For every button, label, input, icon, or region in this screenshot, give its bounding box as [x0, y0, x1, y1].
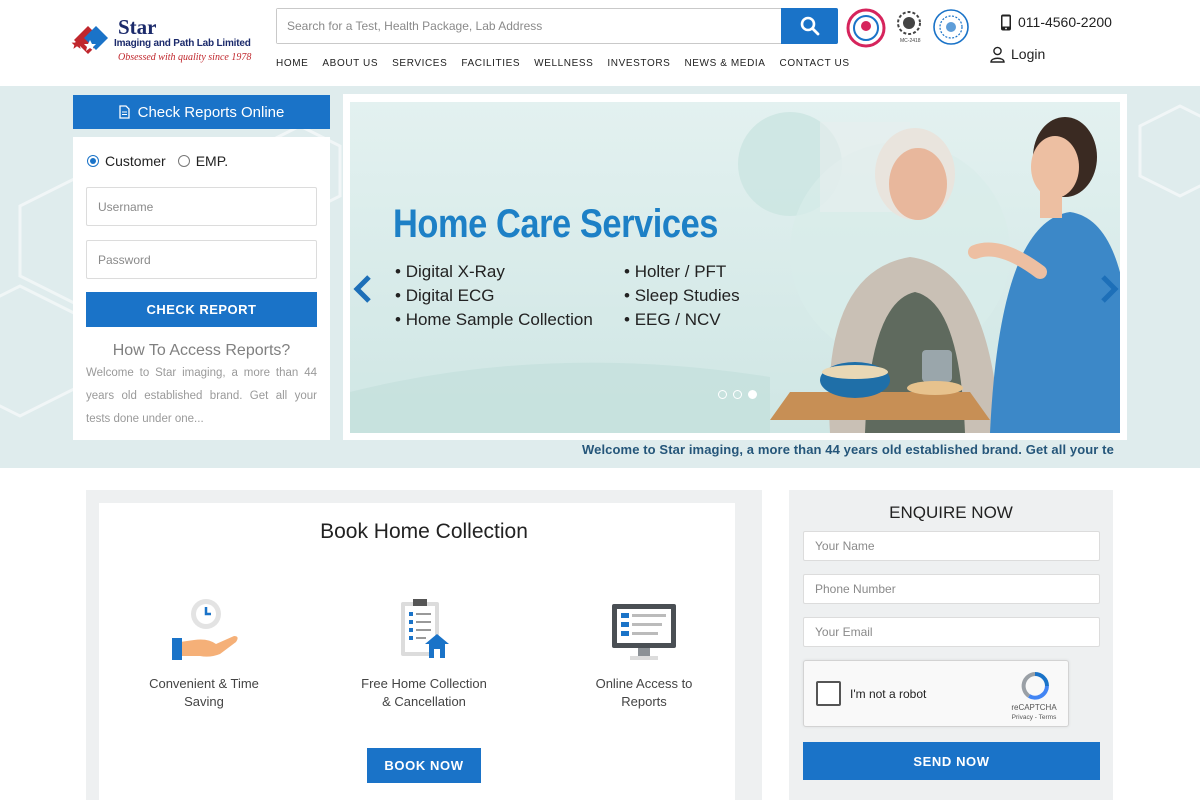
slider-prev-arrow-icon[interactable] — [352, 274, 374, 304]
brand-tagline: Obsessed with quality since 1978 — [118, 52, 252, 63]
search-icon — [800, 16, 819, 36]
book-home-collection-card: Book Home Collection Convenient & Time S… — [99, 503, 735, 800]
slider-dot[interactable] — [733, 390, 742, 399]
nav-item-investors[interactable]: INVESTORS — [607, 58, 670, 72]
nabl-badge-icon — [897, 11, 921, 35]
clock-hand-icon — [172, 599, 238, 660]
login-link[interactable]: Login — [990, 45, 1045, 63]
slide-home-care: Home Care Services Digital X-Ray Digital… — [350, 102, 1120, 433]
nav-item-facilities[interactable]: FACILITIES — [461, 58, 520, 72]
clipboard-home-icon — [401, 599, 449, 658]
nav-item-home[interactable]: HOME — [276, 58, 308, 72]
document-icon — [118, 105, 130, 119]
mobile-phone-icon — [1001, 14, 1011, 30]
recaptcha-brand: reCAPTCHA — [1011, 703, 1057, 712]
recaptcha-label: I'm not a robot — [850, 687, 927, 701]
send-now-button[interactable]: SEND NOW — [803, 742, 1100, 780]
feature-label: & Cancellation — [382, 694, 466, 709]
feature-label: Free Home Collection — [361, 676, 487, 691]
check-report-button[interactable]: CHECK REPORT — [86, 292, 317, 327]
radio-emp[interactable] — [177, 155, 190, 167]
slider-next-arrow-icon[interactable] — [1098, 274, 1120, 304]
book-home-collection-section: Book Home Collection Convenient & Time S… — [86, 490, 762, 800]
brand-logo[interactable]: Star Imaging and Path Lab Limited Obsess… — [70, 14, 270, 66]
badge-caption: MC-2418 — [900, 38, 921, 44]
site-header: Star Imaging and Path Lab Limited Obsess… — [0, 0, 1200, 86]
enquiry-name-input[interactable] — [803, 531, 1100, 561]
search-bar — [276, 8, 838, 44]
nav-item-contact[interactable]: CONTACT US — [780, 58, 850, 72]
feature-label: Saving — [184, 694, 224, 709]
radio-customer[interactable] — [87, 155, 99, 167]
welcome-marquee: Welcome to Star imaging, a more than 44 … — [582, 442, 1114, 457]
check-reports-header: Check Reports Online — [73, 95, 330, 129]
service-item: Holter / PFT — [624, 260, 740, 284]
user-icon — [990, 46, 1005, 63]
how-to-access-title[interactable]: How To Access Reports? — [73, 342, 330, 360]
username-input[interactable] — [86, 187, 317, 226]
slide-services-left: Digital X-Ray Digital ECG Home Sample Co… — [395, 260, 593, 332]
service-item: Home Sample Collection — [395, 308, 593, 332]
service-item: Digital ECG — [395, 284, 593, 308]
feature-label: Online Access to — [595, 676, 693, 691]
nav-item-news[interactable]: NEWS & MEDIA — [684, 58, 765, 72]
brand-name: Star — [118, 15, 157, 39]
recaptcha-widget: I'm not a robot reCAPTCHA Privacy - Term… — [803, 660, 1069, 727]
brand-subtitle: Imaging and Path Lab Limited — [114, 38, 251, 49]
enquiry-phone-input[interactable] — [803, 574, 1100, 604]
feature-convenient: Convenient & Time Saving — [129, 591, 279, 711]
recaptcha-checkbox[interactable] — [816, 681, 841, 706]
feature-label: Convenient & Time — [149, 676, 259, 691]
check-reports-form: Customer EMP. CHECK REPORT How To Access… — [73, 137, 330, 440]
phone-contact[interactable]: 011-4560-2200 — [1000, 13, 1112, 31]
slide-title: Home Care Services — [393, 202, 718, 246]
recaptcha-logo-icon — [1021, 672, 1049, 700]
slider-dot[interactable] — [718, 390, 727, 399]
hero-section: Check Reports Online Customer EMP. CHECK… — [0, 86, 1200, 468]
search-input[interactable] — [277, 9, 782, 43]
service-item: EEG / NCV — [624, 308, 740, 332]
radio-customer-label: Customer — [105, 153, 166, 169]
check-reports-title: Check Reports Online — [137, 103, 285, 121]
slider-dot-active[interactable] — [748, 390, 757, 399]
enquire-now-title: ENQUIRE NOW — [889, 503, 1013, 522]
accreditation-badges: MC-2418 — [846, 8, 970, 48]
recaptcha-privacy-terms[interactable]: Privacy - Terms — [1008, 714, 1060, 721]
hero-slider: Home Care Services Digital X-Ray Digital… — [343, 94, 1127, 440]
password-input[interactable] — [86, 240, 317, 279]
slide-services-right: Holter / PFT Sleep Studies EEG / NCV — [624, 260, 740, 332]
nav-item-services[interactable]: SERVICES — [392, 58, 447, 72]
service-item: Digital X-Ray — [395, 260, 593, 284]
enquiry-email-input[interactable] — [803, 617, 1100, 647]
nav-item-wellness[interactable]: WELLNESS — [534, 58, 593, 72]
feature-online-access: Online Access to Reports — [569, 591, 719, 711]
service-item: Sleep Studies — [624, 284, 740, 308]
search-button[interactable] — [781, 8, 838, 44]
enquire-now-form: ENQUIRE NOW I'm not a robot reCAPTCHA Pr… — [789, 490, 1113, 800]
phone-number: 011-4560-2200 — [1018, 14, 1112, 30]
nav-item-about[interactable]: ABOUT US — [322, 58, 378, 72]
feature-label: Reports — [621, 694, 667, 709]
book-now-button[interactable]: BOOK NOW — [367, 748, 481, 783]
radio-emp-label: EMP. — [195, 153, 229, 169]
login-label: Login — [1011, 46, 1046, 62]
seal-badge-icon — [933, 9, 969, 45]
monitor-report-icon — [612, 604, 676, 660]
slider-dots — [718, 390, 757, 399]
user-type-radio-group: Customer EMP. — [87, 153, 228, 169]
nabh-badge-icon — [846, 8, 886, 48]
how-to-access-text: Welcome to Star imaging, a more than 44 … — [86, 367, 317, 425]
main-nav: HOME ABOUT US SERVICES FACILITIES WELLNE… — [276, 58, 864, 72]
star-logo-icon — [71, 26, 108, 54]
book-home-collection-title: Book Home Collection — [320, 520, 528, 543]
feature-free-collection: Free Home Collection & Cancellation — [349, 591, 499, 711]
